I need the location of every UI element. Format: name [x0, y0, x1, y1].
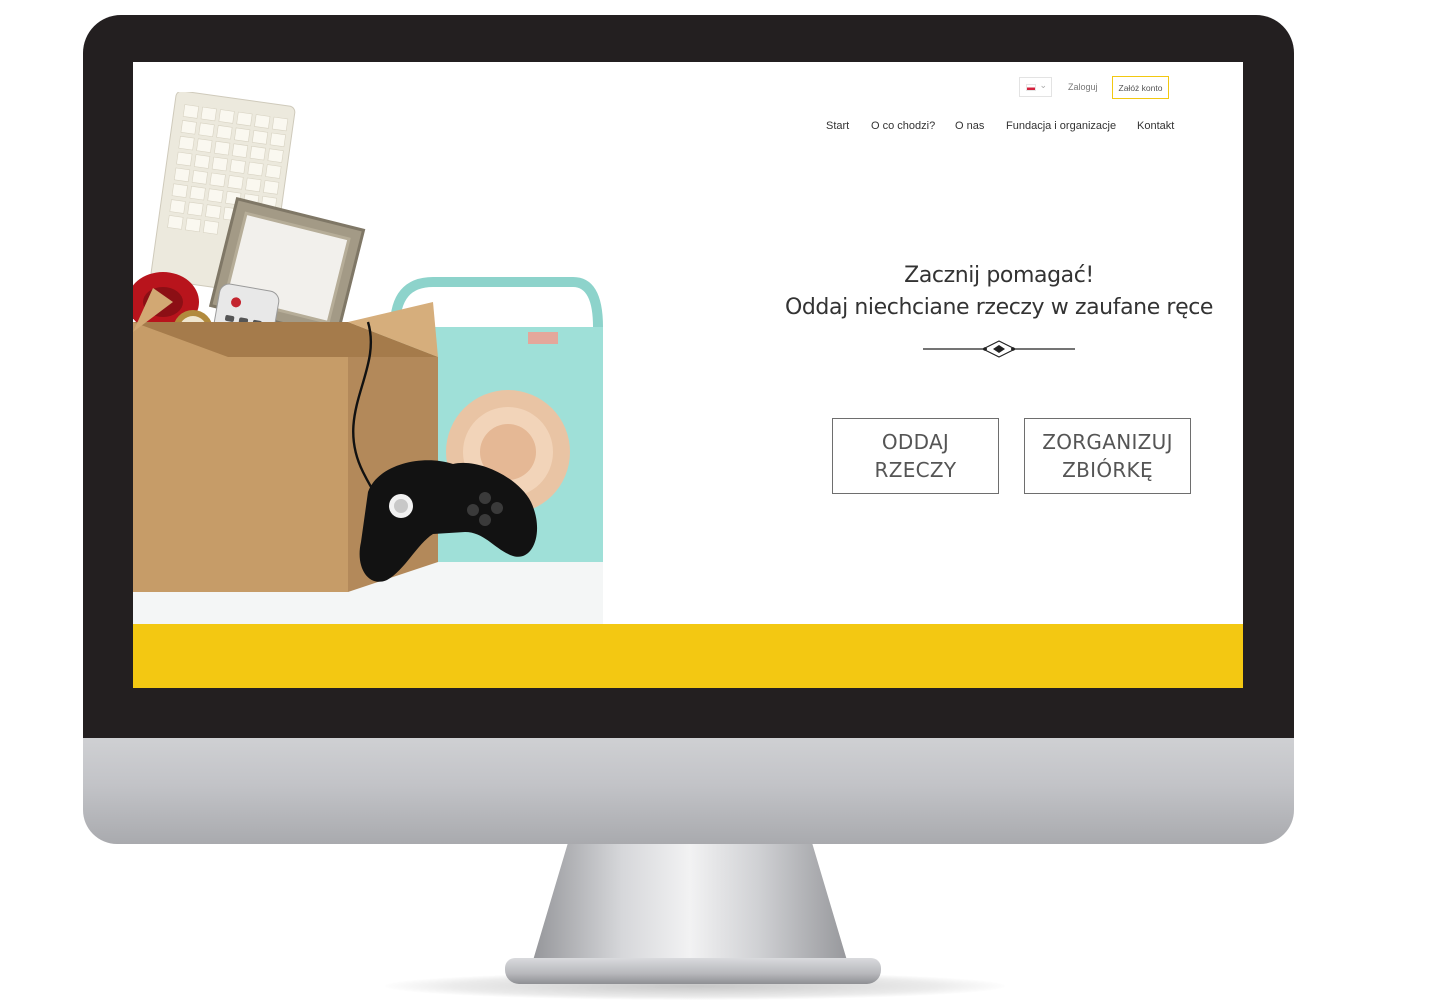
hero-title-line-2: Oddaj niechciane rzeczy w zaufane ręce	[784, 295, 1214, 320]
hero-title: Zacznij pomagać! Oddaj niechciane rzeczy…	[783, 260, 1215, 324]
box-of-items-image	[133, 92, 603, 627]
give-items-button-line-2: RZECZY	[874, 458, 957, 482]
monitor-stand-neck	[520, 844, 860, 974]
nav-item-start[interactable]: Start	[826, 120, 849, 132]
nav-item-foundations[interactable]: Fundacja i organizacje	[1006, 120, 1116, 132]
nav-item-contact[interactable]: Kontakt	[1137, 120, 1174, 132]
give-items-button-line-1: ODDAJ	[881, 430, 950, 454]
chevron-down-icon: ⌄	[1039, 80, 1047, 90]
organize-collection-button-line-2: ZBIÓRKĘ	[1062, 458, 1153, 482]
register-button[interactable]: Załóż konto	[1112, 76, 1169, 99]
hero-title-line-1: Zacznij pomagać!	[904, 263, 1094, 288]
monitor-chin	[83, 738, 1294, 844]
login-link[interactable]: Zaloguj	[1068, 82, 1098, 92]
nav-item-about-us[interactable]: O nas	[955, 120, 984, 132]
ornament-divider-icon	[923, 340, 1075, 358]
organize-collection-button-line-1: ZORGANIZUJ	[1042, 430, 1173, 454]
website-screen: ⌄ Zaloguj Załóż konto Start O co chodzi?…	[133, 62, 1243, 688]
yellow-footer-band	[133, 624, 1243, 688]
main-navigation: Start O co chodzi? O nas Fundacja i orga…	[813, 120, 1193, 138]
give-items-button[interactable]: ODDAJ RZECZY	[832, 418, 999, 494]
language-select[interactable]: ⌄	[1019, 77, 1052, 97]
poland-flag-icon	[1026, 84, 1036, 91]
nav-item-about-project[interactable]: O co chodzi?	[871, 120, 935, 132]
organize-collection-button[interactable]: ZORGANIZUJ ZBIÓRKĘ	[1024, 418, 1191, 494]
monitor-stand-base	[505, 958, 881, 984]
